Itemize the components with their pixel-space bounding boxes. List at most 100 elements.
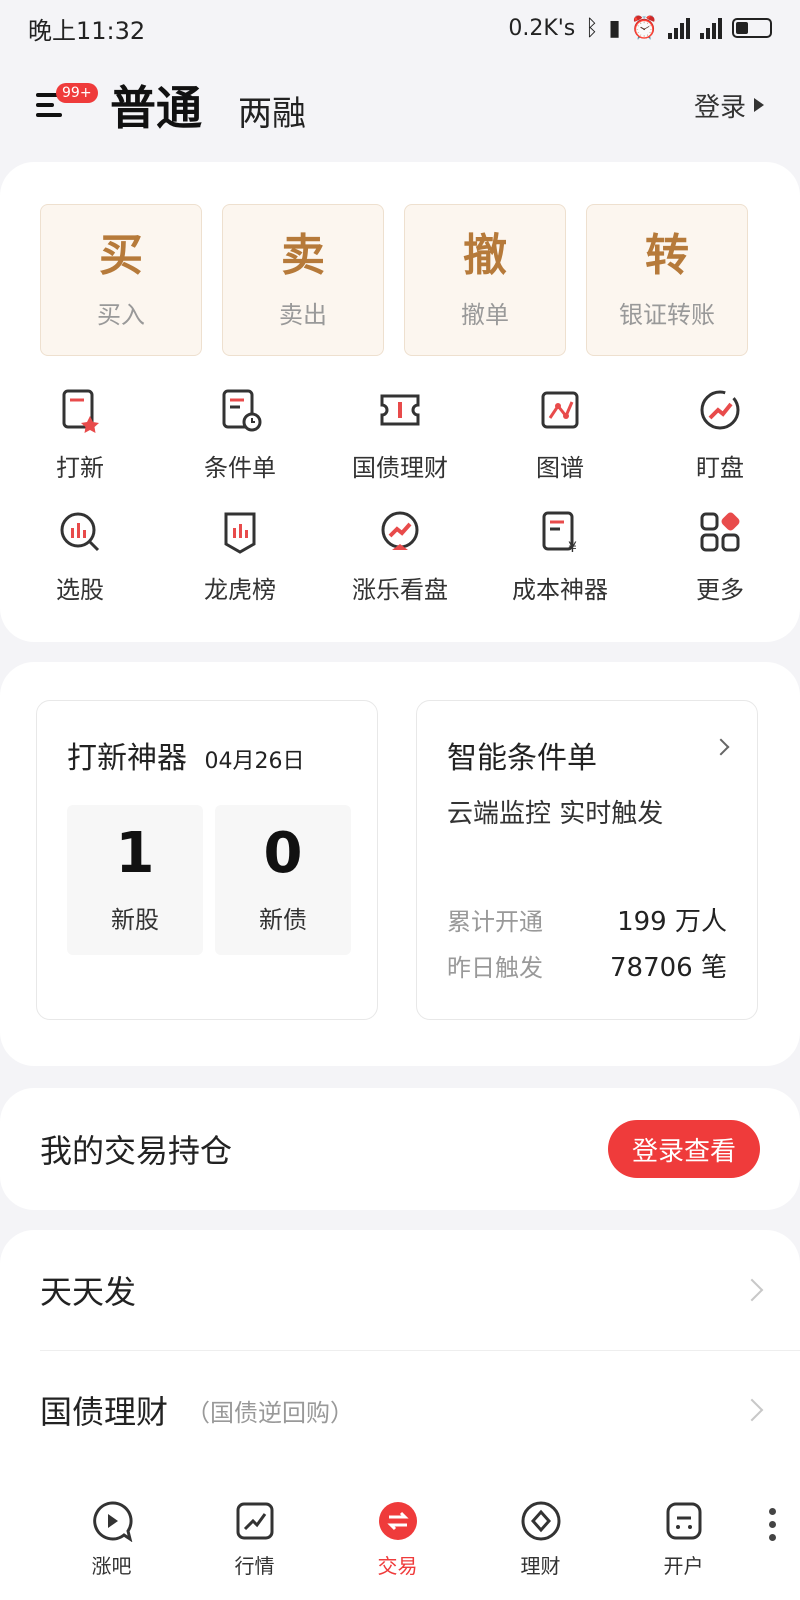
nav-wealth[interactable]: 理财 [469, 1478, 612, 1600]
tool-label: 国债理财 [352, 454, 448, 482]
nav-trade[interactable]: 交易 [326, 1478, 469, 1600]
tool-label: 盯盘 [696, 454, 744, 482]
battery-icon [732, 18, 772, 38]
stat-value: 199 万人 [617, 907, 727, 937]
stat-label: 昨日触发 [447, 954, 543, 982]
account-open-icon [666, 1502, 701, 1540]
cancel-order-button[interactable]: 撤 撤单 [404, 204, 566, 356]
watch-icon [700, 390, 740, 430]
bluetooth-icon: ᛒ [585, 15, 599, 41]
status-icons: 0.2K's ᛒ ▮ ⏰ [508, 16, 772, 41]
chart-trend-icon [236, 1502, 273, 1540]
exchange-icon [378, 1502, 417, 1540]
new-stock-box[interactable]: 1 新股 [67, 805, 203, 955]
signal-4g-icon [700, 17, 722, 39]
tab-normal[interactable]: 普通 [110, 72, 202, 138]
stat-row-activated: 累计开通 199 万人 [447, 901, 727, 938]
tool-market-view[interactable]: 涨乐看盘 [320, 508, 480, 605]
stat-label: 累计开通 [447, 908, 543, 936]
sell-glyph: 卖 [281, 230, 325, 282]
list-item-title: 国债理财 [40, 1393, 169, 1431]
dragon-tiger-icon [224, 512, 256, 554]
login-view-button[interactable]: 登录查看 [608, 1120, 760, 1178]
trade-button-row: 买 买入 卖 卖出 撤 撤单 转 银证转账 [40, 204, 748, 356]
cancel-label: 撤单 [461, 300, 509, 329]
new-bond-count: 0 [263, 820, 303, 886]
stat-value: 78706 笔 [610, 953, 727, 983]
tool-dragon-tiger[interactable]: 龙虎榜 [160, 508, 320, 605]
tool-label: 打新 [56, 454, 104, 482]
buy-button[interactable]: 买 买入 [40, 204, 202, 356]
nav-label: 交易 [377, 1554, 418, 1578]
condition-order-icon [222, 389, 262, 432]
play-bubble-icon [92, 1501, 133, 1542]
alarm-icon: ⏰ [630, 15, 658, 41]
smart-order-desc: 云端监控 实时触发 [447, 799, 664, 829]
nav-label: 开户 [663, 1554, 704, 1578]
ipo-date: 04月26日 [204, 749, 305, 774]
tool-new-stock[interactable]: 打新 [0, 386, 160, 483]
treasury-ticket-icon [380, 394, 420, 426]
tool-label: 涨乐看盘 [352, 576, 448, 604]
triangle-right-icon [754, 98, 764, 112]
tool-watch[interactable]: 盯盘 [640, 386, 800, 483]
login-link-label: 登录 [693, 92, 746, 123]
list-item[interactable]: 国债理财 （国债逆回购） [40, 1350, 764, 1470]
tool-label: 成本神器 [512, 576, 608, 604]
tool-row-2: 选股 龙虎榜 涨乐看盘 ¥ 成本神器 更多 [0, 508, 800, 605]
tool-cost[interactable]: ¥ 成本神器 [480, 508, 640, 605]
tool-row-1: 打新 条件单 国债理财 图谱 盯盘 [0, 386, 800, 483]
sell-label: 卖出 [279, 300, 327, 329]
transfer-label: 银证转账 [619, 300, 715, 329]
sell-button[interactable]: 卖 卖出 [222, 204, 384, 356]
more-vertical-icon[interactable] [769, 1508, 776, 1541]
nav-label: 理财 [520, 1554, 561, 1578]
menu-button[interactable]: 99+ [36, 83, 98, 125]
trade-actions-card: 买 买入 卖 卖出 撤 撤单 转 银证转账 打新 条件单 国债理财 图谱 盯盘 … [0, 162, 800, 642]
stock-picker-icon [60, 512, 100, 552]
tool-label: 更多 [696, 576, 744, 604]
new-stock-count: 1 [115, 820, 155, 886]
new-bond-box[interactable]: 0 新债 [215, 805, 351, 955]
tool-label: 条件单 [204, 454, 276, 482]
nav-label: 行情 [234, 1554, 275, 1578]
buy-label: 买入 [97, 300, 145, 329]
more-grid-icon [700, 512, 740, 552]
tool-label: 选股 [56, 576, 104, 604]
tool-more[interactable]: 更多 [640, 508, 800, 605]
list-item-subtitle: （国债逆回购） [186, 1398, 355, 1427]
bottom-nav: 涨吧 行情 交易 理财 开户 [0, 1478, 800, 1600]
holdings-card: 我的交易持仓 登录查看 [0, 1088, 800, 1210]
tab-margin-trading[interactable]: 两融 [238, 86, 306, 135]
ipo-title-line: 打新神器 04月26日 [67, 733, 305, 777]
chevron-right-icon [740, 1398, 764, 1422]
chevron-right-icon [712, 738, 730, 756]
diamond-coin-icon [521, 1501, 560, 1541]
market-view-icon [381, 511, 419, 550]
list-item[interactable]: 天天发 [40, 1230, 764, 1350]
transfer-button[interactable]: 转 银证转账 [586, 204, 748, 356]
smart-order-title: 智能条件单 [447, 741, 597, 776]
smart-order-card[interactable]: 智能条件单 云端监控 实时触发 累计开通 199 万人 昨日触发 78706 笔 [416, 700, 758, 1020]
tool-treasury[interactable]: 国债理财 [320, 386, 480, 483]
tool-label: 龙虎榜 [204, 576, 276, 604]
login-link[interactable]: 登录 [694, 87, 764, 124]
nav-open-account[interactable]: 开户 [612, 1478, 755, 1600]
cancel-glyph: 撤 [463, 230, 507, 282]
svg-text:¥: ¥ [568, 540, 577, 556]
nav-label: 涨吧 [91, 1554, 132, 1578]
tool-stock-picker[interactable]: 选股 [0, 508, 160, 605]
stat-row-triggered: 昨日触发 78706 笔 [447, 947, 727, 984]
nav-market[interactable]: 行情 [183, 1478, 326, 1600]
new-bond-label: 新债 [259, 905, 307, 934]
trade-header: 99+ 普通 两融 登录 [0, 60, 800, 150]
tool-label: 图谱 [536, 454, 584, 482]
ipo-tool-card[interactable]: 打新神器 04月26日 1 新股 0 新债 [36, 700, 378, 1020]
vibrate-icon: ▮ [608, 15, 621, 41]
buy-glyph: 买 [99, 230, 143, 282]
tool-graph[interactable]: 图谱 [480, 386, 640, 483]
nav-zhangba[interactable]: 涨吧 [40, 1478, 183, 1600]
tool-condition-order[interactable]: 条件单 [160, 386, 320, 483]
cost-tool-icon: ¥ [542, 511, 577, 556]
new-stock-icon [62, 389, 99, 433]
